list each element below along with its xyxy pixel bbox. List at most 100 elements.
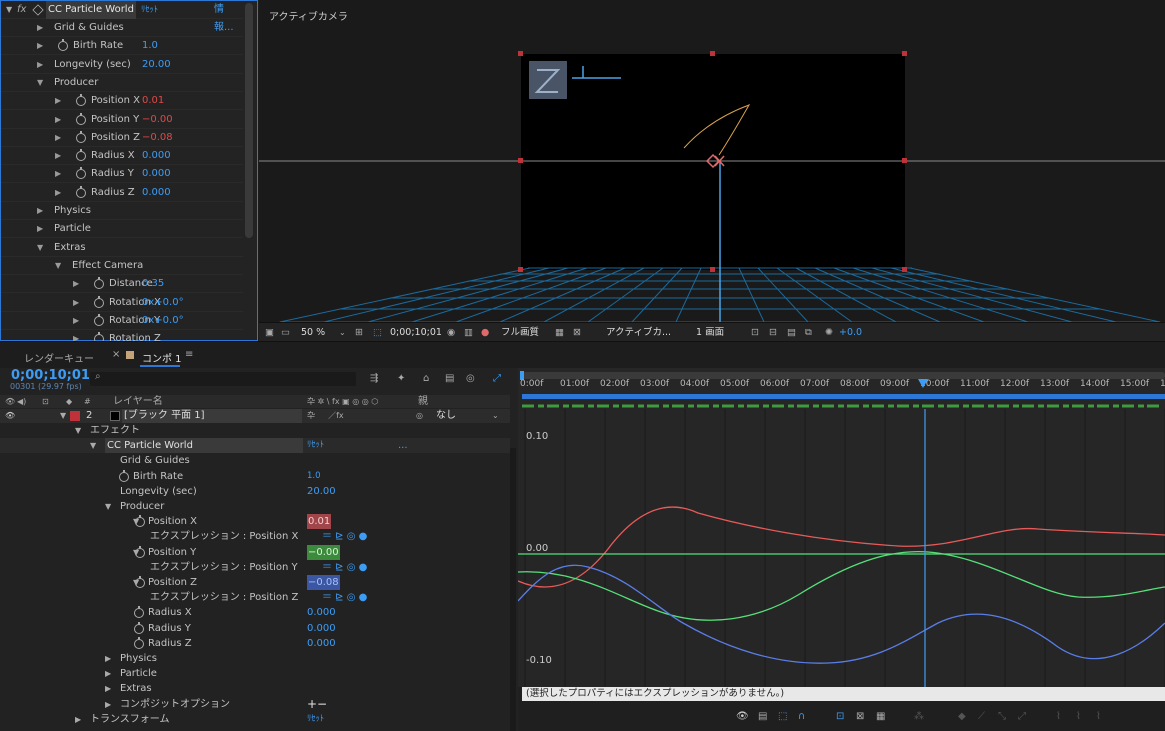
ease-out-icon[interactable]: ⌇ <box>1096 711 1101 722</box>
camera-select[interactable]: アクティブカ... <box>606 323 671 342</box>
expression-controls-icon[interactable]: ＝ ⊵ ◎ ● <box>322 529 367 544</box>
show-properties-icon[interactable]: 👁 <box>736 711 749 722</box>
menu-icon[interactable]: ≡ <box>185 349 193 360</box>
channel-icon[interactable]: ● <box>481 323 489 342</box>
ec-value[interactable]: 0.35 <box>142 275 164 293</box>
timeline-icon[interactable]: ▤ <box>787 323 796 342</box>
label-color[interactable] <box>70 411 80 421</box>
expand-open-icon[interactable]: ▼ <box>37 239 46 257</box>
layer-switches[interactable]: 卆 ／fx <box>307 409 344 423</box>
expand-icon[interactable]: ▶ <box>105 681 111 696</box>
ec-value[interactable]: −0.00 <box>142 111 173 129</box>
zoom-select[interactable]: 50 % <box>301 323 325 342</box>
expand-icon[interactable]: ▼ <box>105 499 111 514</box>
time-ruler[interactable]: 0:00f 01:00f 02:00f 03:00f 04:00f 05:00f 06:00… <box>518 368 1165 409</box>
ec-row[interactable]: ▶ Position X 0.01 <box>1 92 243 111</box>
shy-icon[interactable]: ⌂ <box>423 373 429 384</box>
expand-icon[interactable]: ▼ <box>90 438 96 453</box>
timeline-property-row[interactable]: Grid & Guides <box>0 453 510 468</box>
reset-link[interactable]: ﾘｾｯﾄ <box>141 1 158 19</box>
stopwatch-icon[interactable] <box>135 576 145 588</box>
viewer-timecode[interactable]: 0;00;10;01 <box>390 323 442 342</box>
timeline-property-row[interactable]: ▼ Position X 0.01 <box>0 514 510 530</box>
stopwatch-icon[interactable] <box>135 515 145 528</box>
timeline-property-row[interactable]: ▼ Producer <box>0 499 510 514</box>
property-value[interactable]: 0.000 <box>307 605 336 620</box>
auto-bezier-icon[interactable]: ⤢ <box>1018 711 1026 722</box>
stopwatch-icon[interactable] <box>76 112 86 125</box>
hold-icon[interactable]: ⟋ <box>978 711 985 722</box>
stopwatch-icon[interactable] <box>76 149 86 162</box>
views-select[interactable]: 1 画面 <box>696 323 724 342</box>
stopwatch-icon[interactable] <box>76 185 86 198</box>
draft3d-icon[interactable]: ✦ <box>397 373 405 384</box>
timeline-property-row[interactable]: ▶ Extras <box>0 681 510 696</box>
expand-icon[interactable]: ▶ <box>105 666 111 681</box>
frame-blend-icon[interactable]: ▤ <box>445 373 454 384</box>
ec-value[interactable]: −0.08 <box>142 129 173 147</box>
stopwatch-icon[interactable] <box>119 469 129 482</box>
snapshot-view-icon[interactable]: ▥ <box>464 323 473 342</box>
timeline-property-row[interactable]: エクスプレッション : Position X ＝ ⊵ ◎ ● <box>0 529 510 544</box>
timeline-property-row[interactable]: Birth Rate 1.0 <box>0 469 510 484</box>
stopwatch-icon[interactable] <box>134 636 144 649</box>
timeline-property-row[interactable]: Longevity (sec) 20.00 <box>0 484 510 499</box>
property-value[interactable]: 0.000 <box>307 621 336 636</box>
timeline-property-row[interactable]: Radius Z 0.000 <box>0 636 510 651</box>
current-timecode[interactable]: 0;00;10;01 <box>11 368 90 383</box>
linear-icon[interactable]: ⤡ <box>998 711 1006 722</box>
timeline-property-row[interactable]: ▼ Position Y −0.00 <box>0 544 510 560</box>
property-value[interactable]: 0.000 <box>307 636 336 651</box>
property-value[interactable]: 0.01 <box>307 514 332 530</box>
composition-viewer[interactable]: アクティブカメラ <box>259 0 1165 322</box>
layer-row[interactable]: 👁 ▼ 2 [ブラック 平面 1] 卆 ／fx ◎ なし ⌄ <box>0 409 510 423</box>
ec-row[interactable]: ▶ Grid & Guides <box>1 19 243 37</box>
fit-selection-icon[interactable]: ⊡ <box>836 711 844 722</box>
snapshot-icon[interactable]: ▣ <box>265 323 274 342</box>
fit-all-icon[interactable]: ⊠ <box>856 711 864 722</box>
stopwatch-icon[interactable] <box>134 606 144 619</box>
expand-closed-icon[interactable]: ▶ <box>37 56 46 74</box>
expression-controls-icon[interactable]: ＝ ⊵ ◎ ● <box>322 590 367 605</box>
stopwatch-icon[interactable] <box>134 621 144 634</box>
property-value[interactable]: +− <box>307 697 327 712</box>
chevron-down-icon[interactable]: ⌄ <box>492 409 499 423</box>
stopwatch-icon[interactable] <box>76 167 86 180</box>
visibility-icon[interactable]: 👁 <box>5 409 15 423</box>
transform-box-icon[interactable]: ⬚ <box>778 711 787 722</box>
search-input[interactable]: ⌕ <box>90 371 356 386</box>
ec-row[interactable]: ▶ Physics <box>1 202 243 220</box>
effect-header[interactable]: ▼ fx CC Particle World ﾘｾｯﾄ 情報... <box>1 1 243 33</box>
playhead-handle[interactable] <box>918 379 928 388</box>
timeline-property-row[interactable]: ▶ Particle <box>0 666 510 681</box>
ec-value[interactable]: 0.000 <box>142 147 171 165</box>
graph-editor[interactable]: 0.10 0.00 -0.10 <box>518 409 1165 687</box>
expand-closed-icon[interactable]: ▶ <box>73 312 82 330</box>
property-value[interactable]: 20.00 <box>307 484 336 499</box>
stopwatch-icon[interactable] <box>94 295 104 308</box>
property-value[interactable]: −0.00 <box>307 544 340 560</box>
timeline-scrollbar[interactable] <box>510 448 516 731</box>
timeline-property-row[interactable]: ▶ コンポジットオプション +− <box>0 697 510 712</box>
ec-value[interactable]: 0.01 <box>142 92 164 110</box>
tab-comp[interactable]: コンポ 1 <box>142 350 182 365</box>
ec-row[interactable]: ▶ Radius Z 0.000 <box>1 184 243 202</box>
timeline-property-row[interactable]: エクスプレッション : Position Y ＝ ⊵ ◎ ● <box>0 560 510 575</box>
ec-row[interactable]: ▶ Birth Rate 1.0 <box>1 37 243 56</box>
expand-closed-icon[interactable]: ▶ <box>37 220 46 238</box>
motion-blur-icon[interactable]: ◎ <box>466 373 475 384</box>
transparency-icon[interactable]: ⊠ <box>573 323 581 342</box>
stopwatch-icon[interactable] <box>135 545 145 558</box>
fit-view-icon[interactable]: ▦ <box>876 711 885 722</box>
expand-closed-icon[interactable]: ▶ <box>73 275 82 293</box>
timeline-property-row[interactable]: Radius X 0.000 <box>0 605 510 620</box>
stopwatch-icon[interactable] <box>94 277 104 290</box>
exposure-icon[interactable]: ✺ <box>825 323 833 342</box>
ec-row[interactable]: ▼ Extras <box>1 239 243 257</box>
expand-icon[interactable]: ▶ <box>105 697 111 712</box>
ec-value[interactable]: 0x+0.0° <box>142 312 184 330</box>
timeline-property-row[interactable]: エクスプレッション : Position Z ＝ ⊵ ◎ ● <box>0 590 510 605</box>
expand-closed-icon[interactable]: ▶ <box>55 147 64 165</box>
timeline-property-row[interactable]: ▶ トランスフォーム ﾘｾｯﾄ <box>0 712 510 727</box>
timeline-property-row[interactable]: ▼ CC Particle World ﾘｾｯﾄ... <box>0 438 510 454</box>
